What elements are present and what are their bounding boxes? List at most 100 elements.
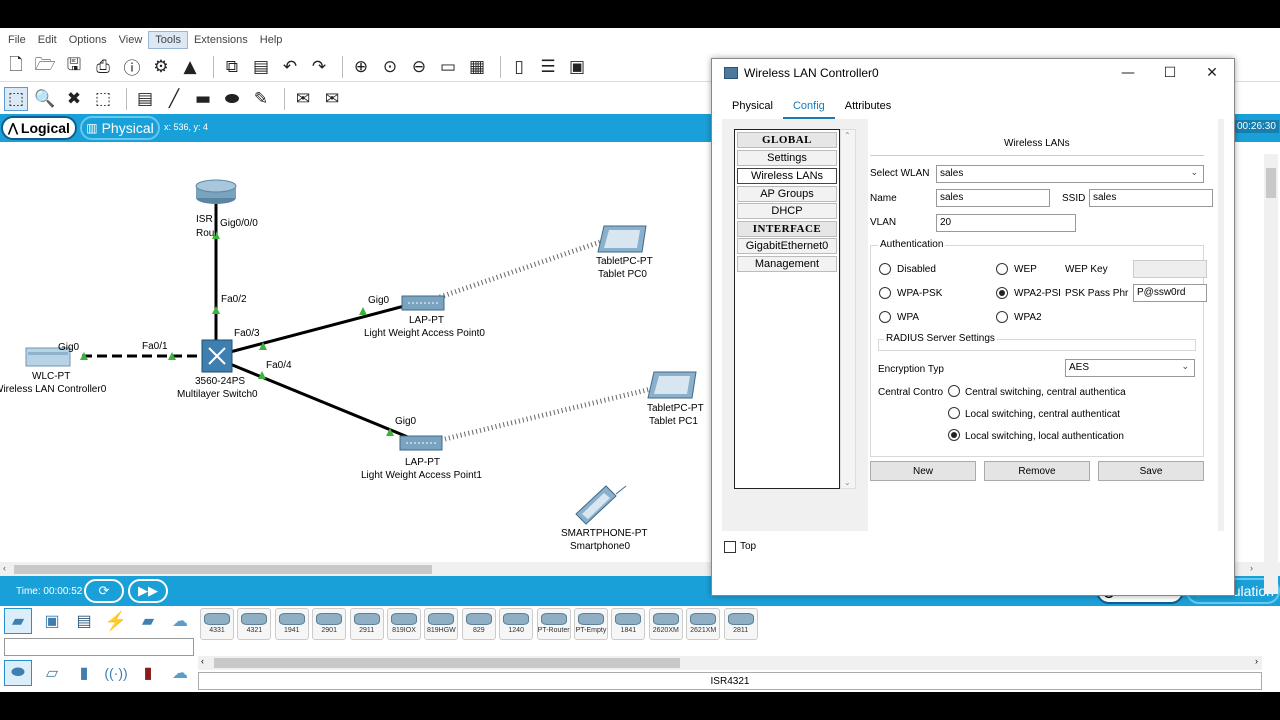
remove-button[interactable]: Remove (984, 461, 1090, 481)
zoom-in-icon[interactable]: ⊕ (349, 55, 373, 79)
delete-icon[interactable]: ✖ (62, 87, 86, 111)
scroll-right-icon[interactable]: › (1255, 656, 1258, 666)
device-tile[interactable]: 2911 (349, 608, 384, 640)
radio-wpa2[interactable] (996, 311, 1008, 323)
tablet-0-icon[interactable] (597, 225, 647, 253)
resize-icon[interactable]: ⬚ (91, 87, 115, 111)
zoom-reset-icon[interactable]: ⊙ (378, 55, 402, 79)
device-tile[interactable]: 1841 (611, 608, 646, 640)
scroll-left-icon[interactable]: ‹ (3, 563, 6, 573)
draw-ellipse-icon[interactable]: ⬬ (220, 87, 244, 111)
undo-icon[interactable]: ↶ (278, 55, 302, 79)
image-icon[interactable]: ▣ (565, 55, 589, 79)
copy-icon[interactable]: ⧉ (220, 55, 244, 79)
subcategory-switches[interactable]: ▱ (38, 660, 66, 686)
scroll-left-icon[interactable]: ‹ (201, 656, 204, 666)
device-list-scrollbar[interactable]: ‹ › (198, 656, 1262, 670)
subcategory-routers[interactable]: ⬬ (4, 660, 32, 686)
save-icon[interactable]: 🖫 (62, 55, 86, 79)
device-tile[interactable]: 1240 (499, 608, 534, 640)
drawing-palette-icon[interactable]: ▭ (436, 55, 460, 79)
radio-local-switching-central-auth[interactable] (948, 407, 960, 419)
new-button[interactable]: New (870, 461, 976, 481)
subcategory-wireless[interactable]: ((·)) (102, 660, 130, 686)
tablet-1-icon[interactable] (647, 371, 697, 399)
device-tile[interactable]: 4331 (200, 608, 234, 640)
paste-icon[interactable]: ▤ (249, 55, 273, 79)
scroll-down-icon[interactable]: ⌄ (844, 478, 851, 487)
link-switch-ap1[interactable] (229, 362, 421, 444)
menu-extensions[interactable]: Extensions (188, 32, 254, 48)
custom-device-icon[interactable]: ▦ (465, 55, 489, 79)
redo-icon[interactable]: ↷ (307, 55, 331, 79)
encryption-type-dropdown[interactable]: AES ⌄ (1065, 359, 1195, 377)
open-folder-icon[interactable]: 🗁 (33, 55, 57, 79)
tab-config[interactable]: Config (782, 97, 835, 119)
radio-local-switching-local-auth[interactable] (948, 429, 960, 441)
maximize-button[interactable]: ☐ (1148, 59, 1192, 87)
scroll-up-icon[interactable]: ⌃ (844, 131, 851, 140)
zoom-out-icon[interactable]: ⊖ (407, 55, 431, 79)
subcategory-hubs[interactable]: ▮ (70, 660, 98, 686)
device-tile[interactable]: PT-Empty (574, 608, 608, 640)
select-icon[interactable]: ⬚ (4, 87, 28, 111)
logical-view-button[interactable]: ⋀ Logical (1, 116, 77, 140)
nav-dhcp[interactable]: DHCP (737, 203, 837, 219)
menu-tools[interactable]: Tools (148, 31, 188, 49)
access-point-1-icon[interactable] (399, 435, 443, 451)
select-wlan-dropdown[interactable]: sales ⌄ (936, 165, 1204, 183)
device-dialog-icon[interactable]: ☰ (536, 55, 560, 79)
device-tile[interactable]: 829 (461, 608, 496, 640)
radio-wep[interactable] (996, 263, 1008, 275)
device-tile[interactable]: 2901 (312, 608, 347, 640)
activity-wizard-icon[interactable]: ▲ (178, 55, 202, 79)
nav-scrollbar[interactable]: ⌃ ⌄ (840, 129, 856, 489)
menu-help[interactable]: Help (254, 32, 289, 48)
psk-pass-phrase-input[interactable]: P@ssw0rd (1133, 284, 1207, 302)
category-connections[interactable]: ⚡ (102, 608, 130, 634)
scrollbar-thumb[interactable] (1266, 168, 1276, 198)
new-file-icon[interactable]: 🗋 (4, 55, 28, 79)
device-tile[interactable]: 2621XM (686, 608, 721, 640)
scrollbar-thumb[interactable] (14, 565, 432, 574)
draw-rectangle-icon[interactable]: ▬ (191, 87, 215, 111)
right-vertical-scrollbar[interactable] (1264, 154, 1278, 594)
menu-edit[interactable]: Edit (32, 32, 63, 48)
subcategory-wan-emulation[interactable]: ☁ (166, 660, 194, 686)
tab-attributes[interactable]: Attributes (835, 97, 901, 119)
scrollbar-thumb[interactable] (214, 658, 680, 668)
tab-physical[interactable]: Physical (722, 97, 783, 119)
physical-view-button[interactable]: ▥ Physical (80, 116, 160, 140)
save-button[interactable]: Save (1098, 461, 1204, 481)
device-tile[interactable]: 1941 (274, 608, 309, 640)
add-simple-pdu-icon[interactable]: ✉ (291, 87, 315, 111)
device-tile[interactable]: 2811 (723, 608, 758, 640)
print-icon[interactable]: ⎙ (91, 55, 115, 79)
multilayer-switch-icon[interactable] (201, 339, 233, 373)
info-icon[interactable]: ⓘ (120, 55, 144, 79)
smartphone-icon[interactable] (575, 485, 627, 525)
inspect-icon[interactable]: 🔍 (33, 87, 57, 111)
nav-gigabitethernet0[interactable]: GigabitEthernet0 (737, 238, 837, 254)
nav-management[interactable]: Management (737, 256, 837, 272)
place-note-icon[interactable]: ▤ (133, 87, 157, 111)
vlan-input[interactable]: 20 (936, 214, 1076, 232)
menu-options[interactable]: Options (63, 32, 113, 48)
radio-wpa-psk[interactable] (879, 287, 891, 299)
access-point-0-icon[interactable] (401, 295, 445, 311)
device-tile[interactable]: PT-Router (536, 608, 571, 640)
wep-key-input[interactable] (1133, 260, 1207, 278)
add-complex-pdu-icon[interactable]: ✉ (320, 87, 344, 111)
nav-settings[interactable]: Settings (737, 150, 837, 166)
fast-forward-button[interactable]: ▶▶ (128, 579, 168, 603)
freeform-icon[interactable]: ✎ (249, 87, 273, 111)
minimize-button[interactable]: — (1106, 59, 1150, 87)
scroll-right-icon[interactable]: › (1250, 563, 1253, 573)
radio-wpa2-psk[interactable] (996, 287, 1008, 299)
category-network-devices[interactable]: ▰ (4, 608, 32, 634)
power-cycle-button[interactable]: ⟳ (84, 579, 124, 603)
ssid-input[interactable]: sales (1089, 189, 1213, 207)
close-button[interactable]: ✕ (1190, 59, 1234, 87)
category-components[interactable]: ▤ (70, 608, 98, 634)
notes-icon[interactable]: ▯ (507, 55, 531, 79)
